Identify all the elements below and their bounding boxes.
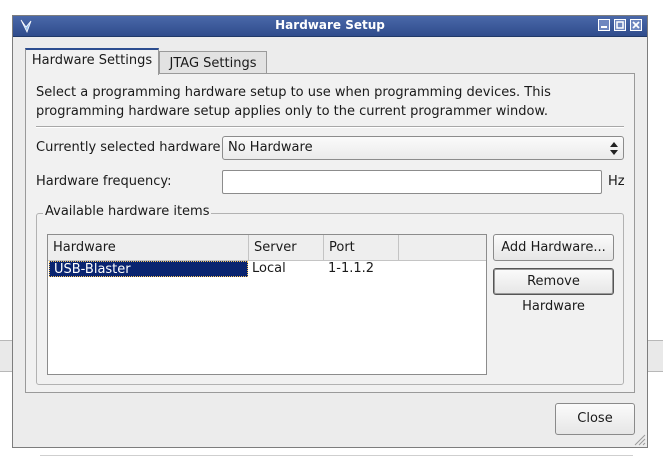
column-header-port[interactable]: Port	[324, 235, 399, 260]
tab-jtag-settings[interactable]: JTAG Settings	[159, 51, 267, 74]
cell-port[interactable]: 1-1.1.2	[324, 261, 400, 277]
title-bar[interactable]: Hardware Setup	[13, 16, 647, 37]
current-hardware-value: No Hardware	[228, 140, 313, 155]
current-hardware-select[interactable]: No Hardware	[222, 136, 624, 160]
hardware-table[interactable]: Hardware Server Port USB-Blaster Local 1…	[47, 234, 487, 375]
available-hardware-title: Available hardware items	[43, 204, 212, 219]
separator	[36, 126, 624, 127]
current-hardware-label: Currently selected hardware:	[36, 140, 225, 155]
frequency-field[interactable]	[222, 170, 602, 194]
updown-arrows-icon	[610, 142, 618, 155]
remove-hardware-button[interactable]: Remove Hardware	[493, 268, 614, 314]
minimize-icon[interactable]	[598, 19, 610, 31]
frequency-label: Hardware frequency:	[36, 174, 172, 189]
close-icon[interactable]	[630, 19, 642, 31]
background-divider	[40, 455, 633, 456]
tab-hardware-settings[interactable]: Hardware Settings	[25, 48, 159, 75]
frequency-unit: Hz	[608, 174, 625, 189]
cell-server[interactable]: Local	[248, 261, 324, 277]
background-window-edge-right	[648, 340, 663, 372]
table-row[interactable]: USB-Blaster Local 1-1.1.2	[48, 261, 486, 277]
column-header-server[interactable]: Server	[249, 235, 324, 260]
hardware-settings-panel: Select a programming hardware setup to u…	[25, 73, 635, 393]
column-header-hardware[interactable]: Hardware	[48, 235, 249, 260]
table-header: Hardware Server Port	[48, 235, 486, 261]
hardware-setup-dialog: Hardware Setup Hardware Settings JTAG Se…	[12, 15, 648, 448]
cell-hardware[interactable]: USB-Blaster	[49, 261, 248, 277]
available-hardware-group: Available hardware items Hardware Server…	[36, 204, 624, 385]
resize-grip-icon[interactable]	[632, 432, 646, 446]
window-title: Hardware Setup	[275, 18, 385, 32]
description-text: Select a programming hardware setup to u…	[36, 85, 551, 119]
background-window-edge-left	[0, 340, 12, 372]
close-button[interactable]: Close	[555, 403, 635, 435]
maximize-icon[interactable]	[614, 19, 626, 31]
add-hardware-button[interactable]: Add Hardware...	[493, 234, 614, 261]
